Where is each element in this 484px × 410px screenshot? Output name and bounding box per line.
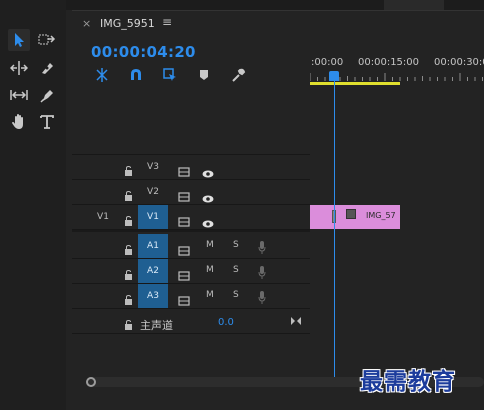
timeline-area[interactable]: :00:00 00:00:15:00 00:00:30:0 IMG_57: [310, 37, 484, 389]
lock-icon[interactable]: [124, 161, 133, 180]
microphone-icon[interactable]: [258, 289, 266, 308]
track-name[interactable]: A1: [138, 234, 168, 258]
type-icon[interactable]: [36, 111, 58, 133]
lock-icon[interactable]: [124, 211, 133, 230]
timeline-settings-icon[interactable]: [230, 67, 246, 83]
microphone-icon[interactable]: [258, 264, 266, 283]
master-track-label: 主声道: [140, 319, 173, 332]
snap-nest-icon[interactable]: [94, 67, 110, 83]
sequence-tab[interactable]: × IMG_5951 ≡: [72, 11, 484, 37]
panel-top-strip: [66, 0, 484, 10]
video-clip[interactable]: IMG_57: [310, 205, 400, 229]
watermark-logo: 最需教育: [360, 368, 456, 395]
work-area-bar[interactable]: [310, 82, 400, 85]
panel-menu-icon[interactable]: ≡: [162, 15, 172, 29]
tab-close-icon[interactable]: ×: [82, 17, 91, 30]
sync-lock-icon[interactable]: [178, 291, 190, 310]
sequence-title[interactable]: IMG_5951: [100, 17, 155, 30]
source-patch-v1[interactable]: V1: [94, 205, 112, 229]
track-header-v3: V3: [72, 155, 310, 179]
track-header-a2: A2 M S: [72, 259, 310, 283]
lock-icon[interactable]: [124, 240, 133, 259]
eye-icon[interactable]: [202, 213, 214, 232]
hand-icon[interactable]: [8, 111, 30, 133]
master-volume-value[interactable]: 0.0: [218, 317, 234, 328]
panel-top-segment: [384, 0, 444, 10]
add-marker-icon[interactable]: [196, 67, 212, 83]
track-header-a1: A1 M S: [72, 234, 310, 258]
clip-label: IMG_57: [366, 211, 396, 220]
track-select-forward-icon[interactable]: [36, 29, 58, 51]
lock-icon[interactable]: [124, 290, 133, 309]
solo-button[interactable]: S: [233, 265, 239, 275]
track-name[interactable]: V3: [138, 155, 168, 179]
selection-tool-icon[interactable]: [8, 29, 30, 51]
playhead-line: [334, 81, 335, 387]
razor-icon[interactable]: [36, 57, 58, 79]
track-header-v1: V1 V1: [72, 205, 310, 229]
sync-lock-icon[interactable]: [178, 266, 190, 285]
slip-icon[interactable]: [8, 84, 30, 106]
track-header-v2: V2: [72, 180, 310, 204]
track-name[interactable]: A3: [138, 284, 168, 308]
mute-button[interactable]: M: [206, 240, 214, 250]
track-name[interactable]: V2: [138, 180, 168, 204]
sync-lock-icon[interactable]: [178, 212, 190, 231]
playhead-timecode[interactable]: 00:00:04:20: [91, 43, 196, 61]
sync-lock-icon[interactable]: [178, 187, 190, 206]
lock-icon[interactable]: [124, 315, 133, 334]
lock-icon[interactable]: [124, 186, 133, 205]
track-name[interactable]: V1: [138, 205, 168, 229]
ruler-label: 00:00:30:0: [434, 57, 484, 68]
track-name[interactable]: A2: [138, 259, 168, 283]
timeline-panel: × IMG_5951 ≡ 00:00:04:20 V3 V2 V1 V1 A1 …: [72, 10, 484, 402]
go-to-in-out-icon[interactable]: [290, 311, 302, 330]
ruler-label: :00:00: [311, 57, 344, 68]
solo-button[interactable]: S: [233, 290, 239, 300]
pen-icon[interactable]: [36, 84, 58, 106]
solo-button[interactable]: S: [233, 240, 239, 250]
microphone-icon[interactable]: [258, 239, 266, 258]
sync-lock-icon[interactable]: [178, 241, 190, 260]
ruler-label: 00:00:15:00: [358, 57, 420, 68]
scrollbar-zoom-handle[interactable]: [86, 377, 96, 387]
snap-magnet-icon[interactable]: [128, 67, 144, 83]
tools-panel: [0, 0, 66, 410]
sync-lock-icon[interactable]: [178, 162, 190, 181]
linked-selection-icon[interactable]: [162, 67, 178, 83]
lock-icon[interactable]: [124, 265, 133, 284]
mute-button[interactable]: M: [206, 290, 214, 300]
ripple-edit-icon[interactable]: [8, 57, 30, 79]
mute-button[interactable]: M: [206, 265, 214, 275]
track-header-a3: A3 M S: [72, 284, 310, 308]
fx-badge-icon: [346, 209, 356, 219]
playhead-handle[interactable]: [329, 71, 339, 81]
